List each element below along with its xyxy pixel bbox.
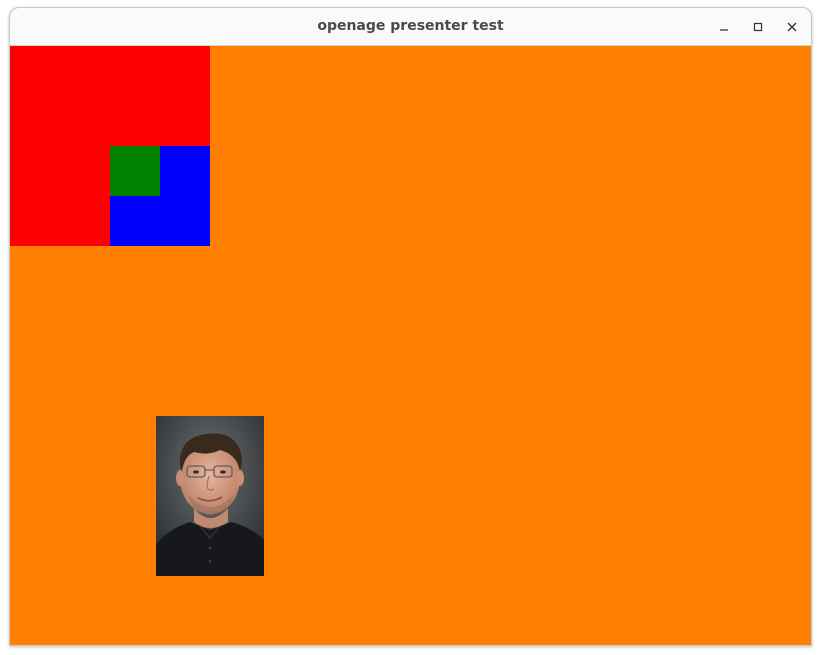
maximize-icon: [753, 22, 763, 32]
green-square: [110, 146, 160, 196]
window-title: openage presenter test: [317, 18, 504, 34]
app-window: openage presenter test: [9, 7, 812, 646]
close-button[interactable]: [782, 17, 802, 37]
portrait-photo: [156, 416, 264, 576]
maximize-button[interactable]: [748, 17, 768, 37]
render-viewport[interactable]: [10, 46, 811, 645]
portrait-image: [156, 416, 264, 576]
minimize-icon: [720, 29, 728, 31]
minimize-button[interactable]: [714, 17, 734, 37]
title-bar[interactable]: openage presenter test: [10, 8, 811, 46]
close-icon: [787, 22, 797, 32]
